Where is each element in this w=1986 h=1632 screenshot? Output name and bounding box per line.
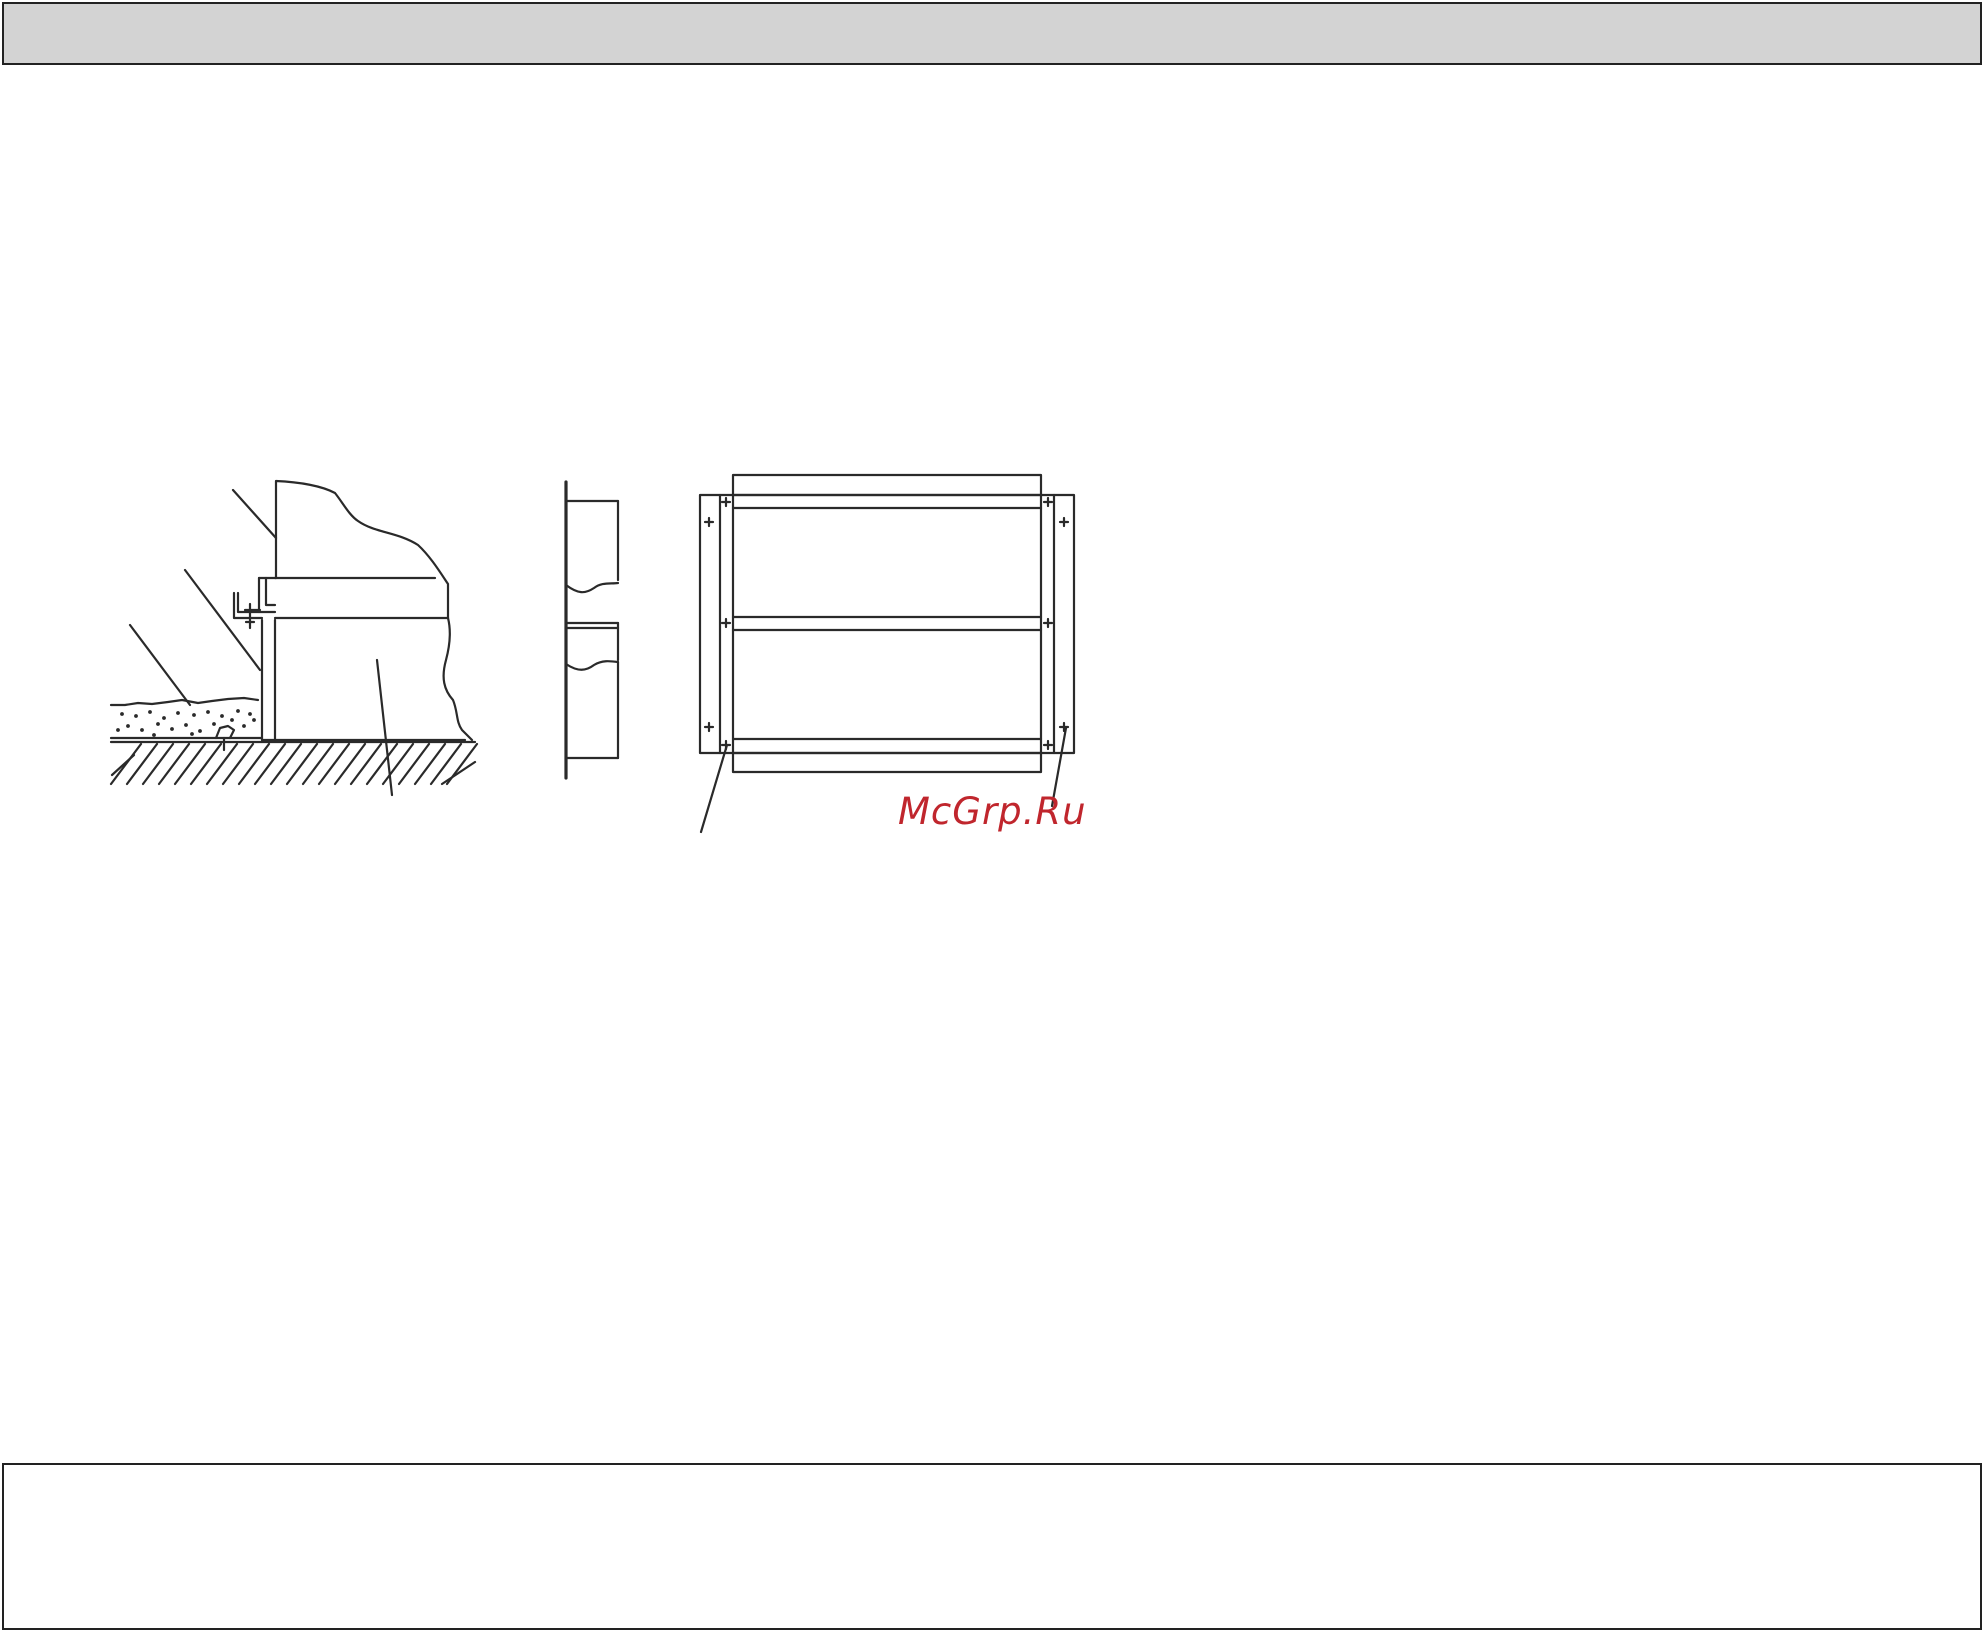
floor-fastener	[214, 724, 236, 740]
insulation-dot	[212, 722, 216, 726]
hatch-stroke	[141, 742, 175, 786]
insulation-dot	[152, 733, 156, 737]
hatch-stroke	[413, 742, 447, 786]
lower-cutaway-outline	[442, 616, 474, 742]
hatch-stroke	[253, 742, 287, 786]
insulation-dot	[230, 718, 234, 722]
section-view-drawing	[109, 479, 479, 797]
insulation-dot	[192, 713, 196, 717]
front-view-bolts	[703, 496, 1070, 751]
front-view-drawing	[698, 473, 1076, 834]
insulation-dot	[156, 722, 160, 726]
leader-line-3	[128, 623, 192, 707]
leader-line-5	[110, 753, 136, 777]
hatch-stroke	[205, 742, 239, 786]
side-view-break-2	[564, 660, 620, 671]
insulation-dot	[162, 716, 166, 720]
side-view-drawing	[564, 480, 620, 780]
hatch-stroke	[189, 742, 223, 786]
hatch-stroke	[109, 742, 143, 786]
insulation-dot	[116, 728, 120, 732]
insulation-dot	[252, 718, 256, 722]
hatch-stroke	[317, 742, 351, 786]
side-view-break-1	[564, 581, 620, 594]
hatch-stroke	[237, 742, 271, 786]
front-view-flange-frame	[698, 493, 1076, 755]
hatch-stroke	[269, 742, 303, 786]
ground-hatch	[109, 742, 479, 786]
insulation-dot	[220, 714, 224, 718]
hatch-stroke	[157, 742, 191, 786]
insulation-dot	[236, 709, 240, 713]
leader-line-1	[231, 488, 278, 540]
upper-cutaway-outline	[274, 479, 450, 620]
hatch-stroke	[221, 742, 255, 786]
insulation-dot	[170, 727, 174, 731]
insulation-dot	[242, 724, 246, 728]
bracket-inner	[264, 576, 277, 607]
hatch-stroke	[301, 742, 335, 786]
hatch-stroke	[173, 742, 207, 786]
insulation-dot	[120, 712, 124, 716]
insulation-dot	[176, 711, 180, 715]
watermark-text: McGrp.Ru	[898, 790, 1087, 833]
hatch-stroke	[440, 760, 477, 786]
insulation-dot	[206, 710, 210, 714]
hatch-stroke	[333, 742, 367, 786]
insulation-dots	[116, 709, 256, 737]
front-leader-left	[699, 743, 729, 834]
footer-box	[2, 1463, 1982, 1630]
insulation-dot	[126, 724, 130, 728]
hatch-stroke	[285, 742, 319, 786]
leader-line-4	[375, 658, 394, 797]
hatch-stroke	[125, 742, 159, 786]
hatch-stroke	[349, 742, 383, 786]
insulation-dot	[198, 729, 202, 733]
insulation-dot	[148, 710, 152, 714]
insulation-dot	[134, 714, 138, 718]
insulation-dot	[140, 728, 144, 732]
hatch-stroke	[429, 742, 463, 786]
hatch-stroke	[365, 742, 399, 786]
front-view-body	[731, 473, 1043, 774]
insulation-dot	[184, 723, 188, 727]
leader-line-2	[183, 568, 262, 672]
insulation-dot	[190, 732, 194, 736]
insulation-dot	[248, 712, 252, 716]
hatch-stroke	[397, 742, 431, 786]
